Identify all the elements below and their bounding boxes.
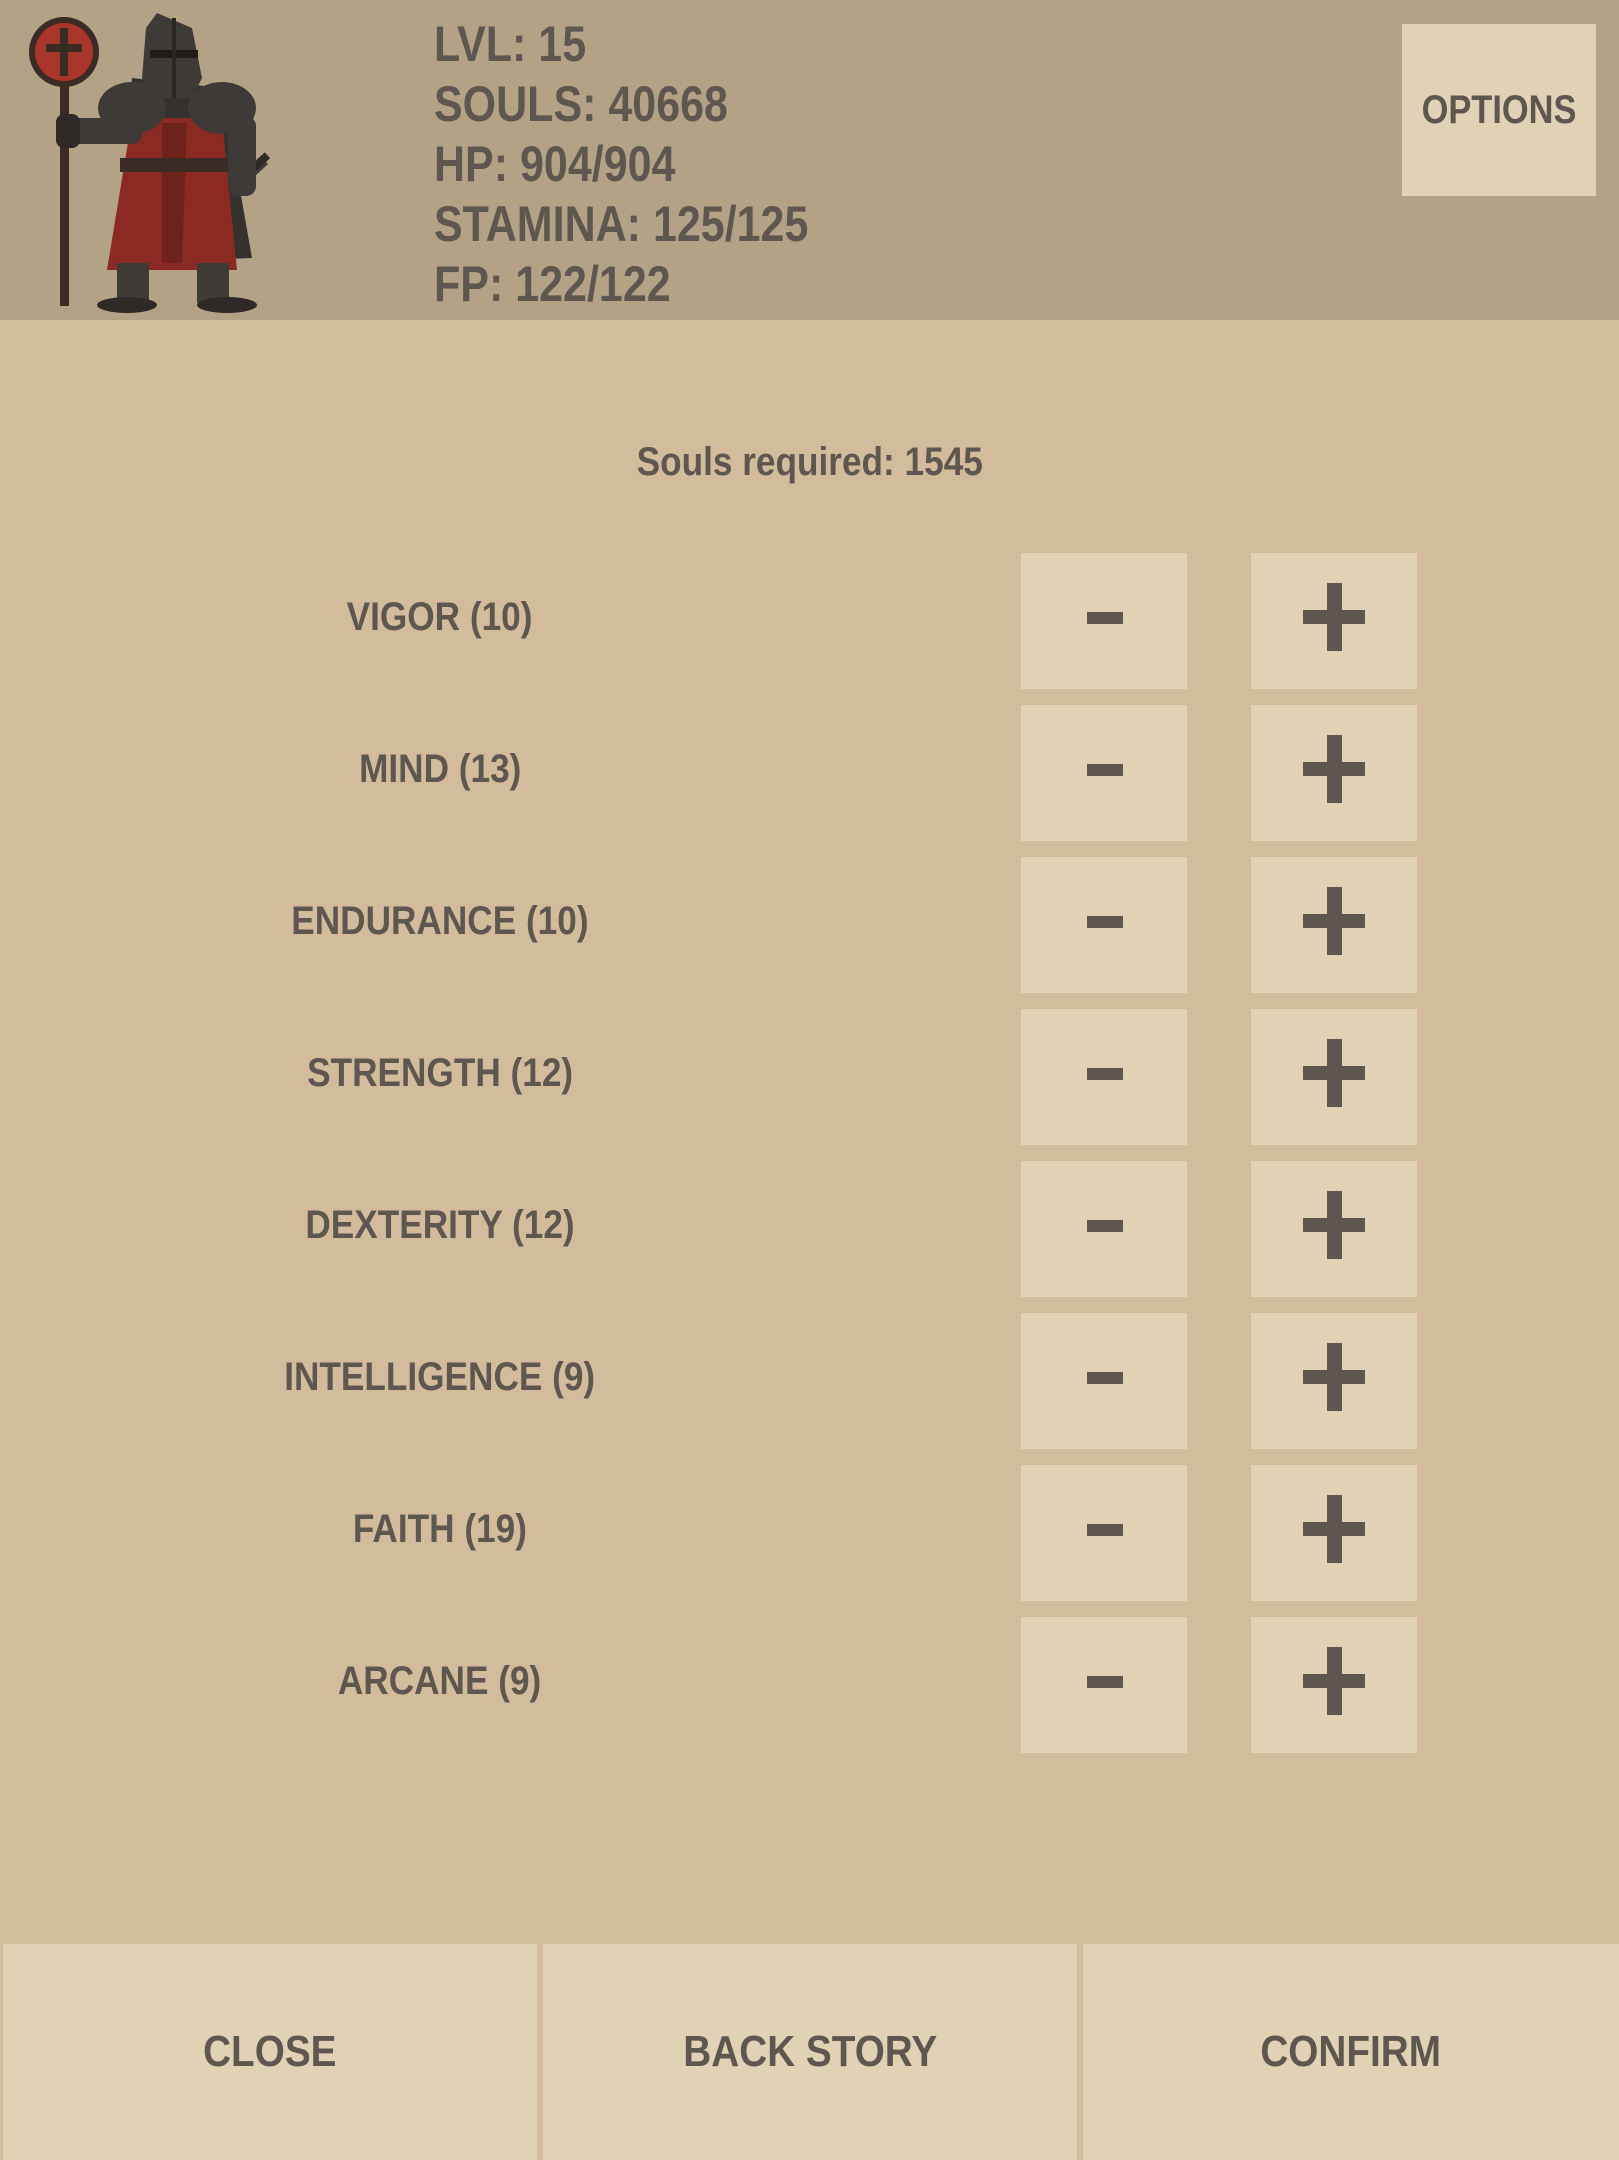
arcane-decrease-button[interactable] <box>1021 1617 1187 1753</box>
dexterity-increase-button[interactable] <box>1251 1161 1417 1297</box>
attribute-label-text: ARCANE (9) <box>338 1659 542 1703</box>
endurance-decrease-button[interactable] <box>1021 857 1187 993</box>
arcane-increase-button[interactable] <box>1251 1617 1417 1753</box>
minus-icon <box>1087 1676 1123 1688</box>
intelligence-decrease-button[interactable] <box>1021 1313 1187 1449</box>
attribute-row-dexterity: DEXTERITY (12) <box>0 1161 1619 1297</box>
minus-icon <box>1087 1068 1123 1080</box>
attribute-row-strength: STRENGTH (12) <box>0 1009 1619 1145</box>
options-button[interactable]: OPTIONS <box>1402 24 1596 196</box>
endurance-increase-button[interactable] <box>1251 857 1417 993</box>
minus-icon <box>1087 1524 1123 1536</box>
plus-icon-stem <box>1327 1039 1342 1107</box>
plus-icon-stem <box>1327 735 1342 803</box>
close-button-label: CLOSE <box>203 2027 337 2076</box>
attribute-row-vigor: VIGOR (10) <box>0 553 1619 689</box>
plus-icon-stem <box>1327 1647 1342 1715</box>
souls-required-label: Souls required: 1545 <box>636 440 983 484</box>
faith-increase-button[interactable] <box>1251 1465 1417 1601</box>
plus-icon-stem <box>1327 887 1342 955</box>
minus-icon <box>1087 1372 1123 1384</box>
mind-increase-button[interactable] <box>1251 705 1417 841</box>
attribute-label: ENDURANCE (10) <box>190 891 690 951</box>
close-button[interactable]: CLOSE <box>3 1944 537 2160</box>
knight-portrait-icon <box>29 13 271 313</box>
attribute-label: ARCANE (9) <box>190 1651 690 1711</box>
strength-decrease-button[interactable] <box>1021 1009 1187 1145</box>
attribute-label: FAITH (19) <box>190 1499 690 1559</box>
attribute-label: MIND (13) <box>190 739 690 799</box>
attribute-label-text: ENDURANCE (10) <box>291 899 589 943</box>
vigor-increase-button[interactable] <box>1251 553 1417 689</box>
plus-icon-stem <box>1327 583 1342 651</box>
minus-icon <box>1087 916 1123 928</box>
attribute-label-text: DEXTERITY (12) <box>305 1203 575 1247</box>
options-button-label: OPTIONS <box>1421 87 1577 132</box>
souls-stat: SOULS: 40668 <box>434 76 728 132</box>
vigor-decrease-button[interactable] <box>1021 553 1187 689</box>
attribute-row-intelligence: INTELLIGENCE (9) <box>0 1313 1619 1449</box>
attribute-label-text: STRENGTH (12) <box>307 1051 573 1095</box>
attribute-label: INTELLIGENCE (9) <box>190 1347 690 1407</box>
character-header: LVL: 15 SOULS: 40668 HP: 904/904 STAMINA… <box>0 0 1619 320</box>
attribute-label: DEXTERITY (12) <box>190 1195 690 1255</box>
mind-decrease-button[interactable] <box>1021 705 1187 841</box>
plus-icon-stem <box>1327 1343 1342 1411</box>
attribute-label-text: INTELLIGENCE (9) <box>284 1355 596 1399</box>
attribute-row-faith: FAITH (19) <box>0 1465 1619 1601</box>
minus-icon <box>1087 1220 1123 1232</box>
character-stats: LVL: 15 SOULS: 40668 HP: 904/904 STAMINA… <box>434 14 869 314</box>
dexterity-decrease-button[interactable] <box>1021 1161 1187 1297</box>
intelligence-increase-button[interactable] <box>1251 1313 1417 1449</box>
attribute-row-mind: MIND (13) <box>0 705 1619 841</box>
attribute-label: STRENGTH (12) <box>190 1043 690 1103</box>
attribute-row-endurance: ENDURANCE (10) <box>0 857 1619 993</box>
strength-increase-button[interactable] <box>1251 1009 1417 1145</box>
hp-stat: HP: 904/904 <box>434 136 676 192</box>
stamina-stat: STAMINA: 125/125 <box>434 196 809 252</box>
minus-icon <box>1087 764 1123 776</box>
plus-icon-stem <box>1327 1495 1342 1563</box>
fp-stat: FP: 122/122 <box>434 256 671 312</box>
back-story-button[interactable]: BACK STORY <box>543 1944 1077 2160</box>
attribute-label: VIGOR (10) <box>190 587 690 647</box>
confirm-button-label: CONFIRM <box>1260 2027 1442 2076</box>
souls-required-text: Souls required: 1545 <box>0 432 1619 492</box>
confirm-button[interactable]: CONFIRM <box>1083 1944 1619 2160</box>
plus-icon-stem <box>1327 1191 1342 1259</box>
back-story-button-label: BACK STORY <box>683 2027 937 2076</box>
level-stat: LVL: 15 <box>434 16 587 72</box>
minus-icon <box>1087 612 1123 624</box>
attribute-label-text: VIGOR (10) <box>347 595 533 639</box>
attribute-label-text: FAITH (19) <box>352 1507 528 1551</box>
attribute-row-arcane: ARCANE (9) <box>0 1617 1619 1753</box>
attribute-label-text: MIND (13) <box>358 747 522 791</box>
faith-decrease-button[interactable] <box>1021 1465 1187 1601</box>
